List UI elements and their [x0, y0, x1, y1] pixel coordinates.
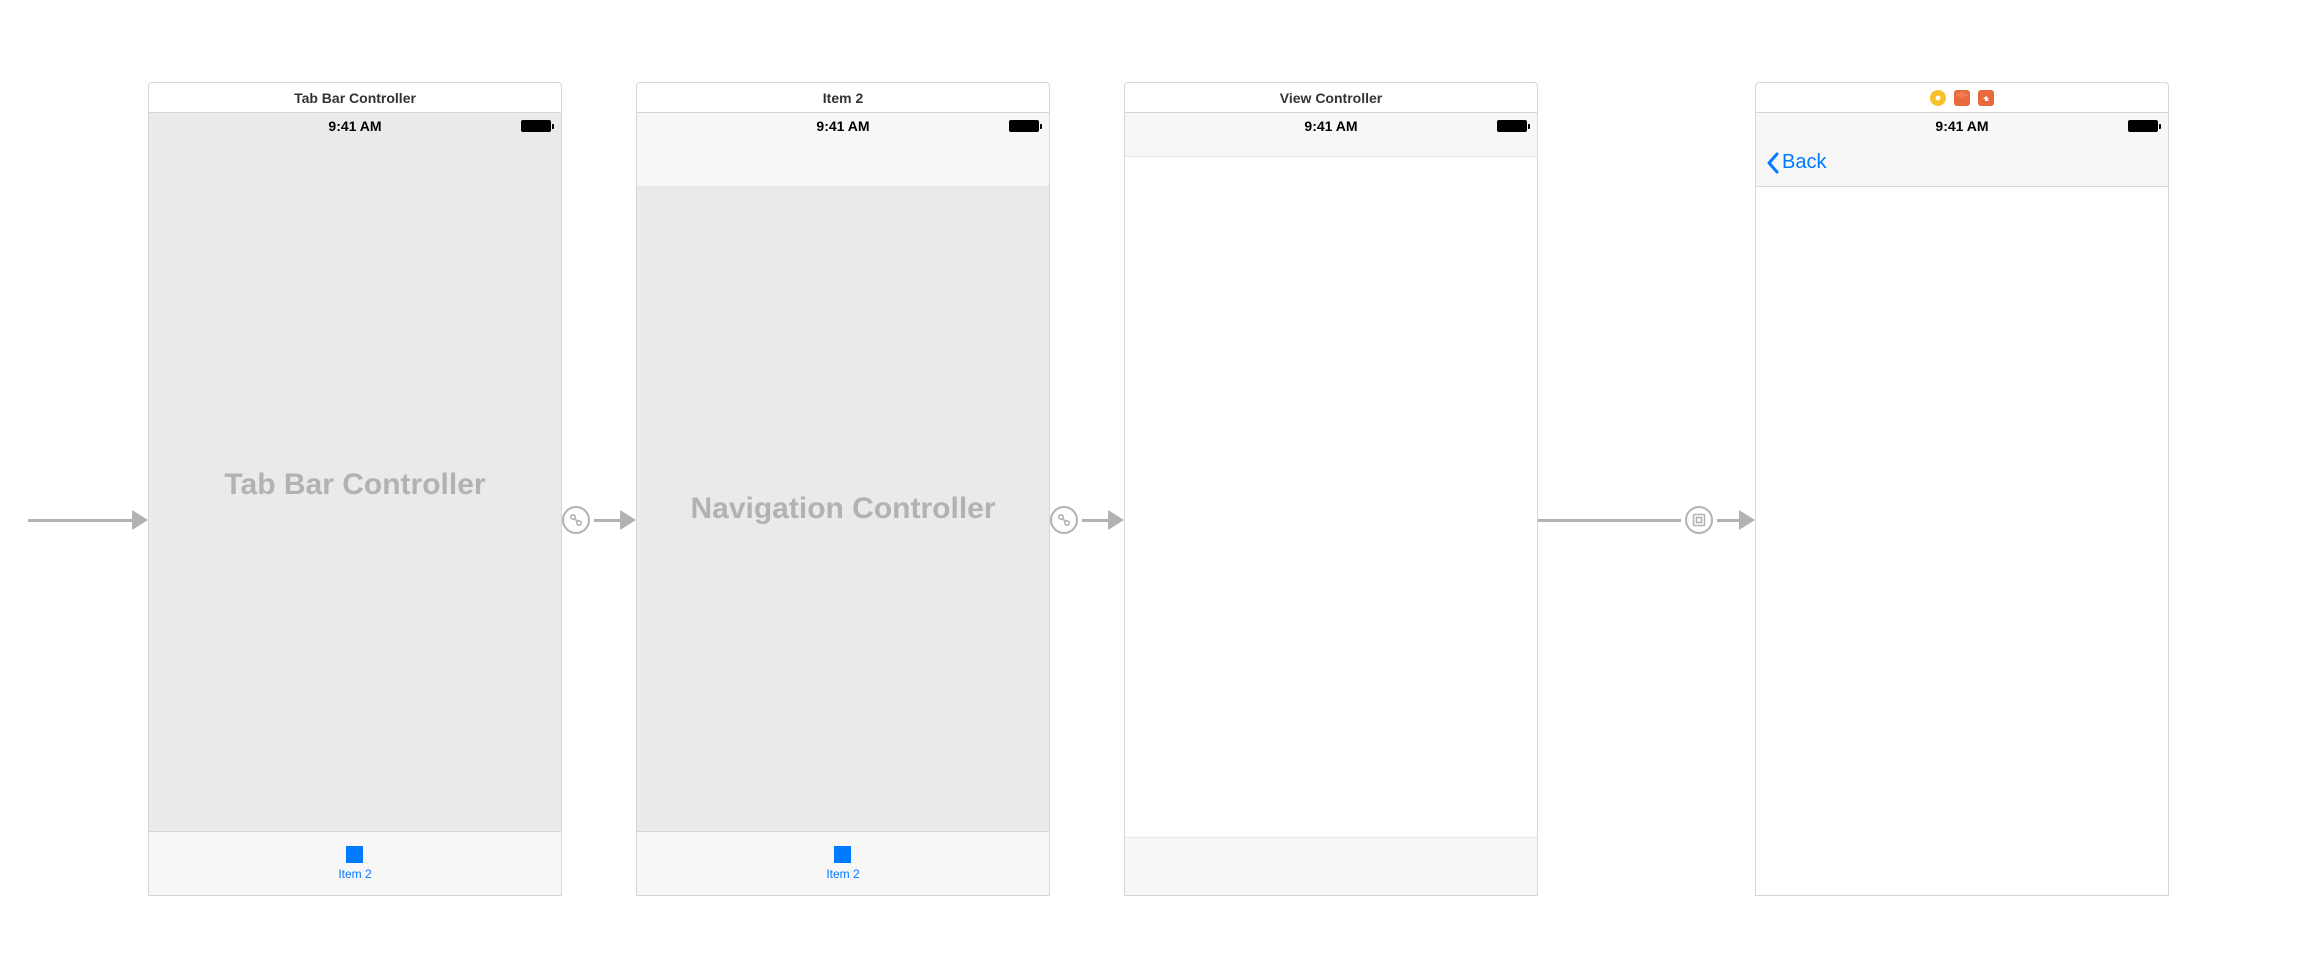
scene-detail-view-controller[interactable]: 9:41 AM Back [1755, 82, 2169, 896]
arrowhead-icon [132, 510, 148, 530]
segue-show-1[interactable] [1538, 508, 1755, 532]
status-time: 9:41 AM [328, 118, 381, 134]
scene-title-bar[interactable]: Item 2 [636, 82, 1050, 112]
content-area: Navigation Controller [637, 187, 1049, 831]
scene-navigation-controller[interactable]: Item 2 9:41 AM Navigation Controller Ite… [636, 82, 1050, 896]
content-area[interactable] [1756, 187, 2168, 895]
segue-line [1538, 519, 1681, 522]
scene-title: View Controller [1280, 90, 1382, 106]
segue-line [1082, 519, 1108, 522]
scene-frame[interactable]: 9:41 AM [1124, 112, 1538, 896]
scene-title-bar[interactable]: View Controller [1124, 82, 1538, 112]
placeholder-label: Tab Bar Controller [224, 468, 485, 502]
segue-line [28, 519, 132, 522]
status-time: 9:41 AM [816, 118, 869, 134]
arrowhead-icon [1108, 510, 1124, 530]
content-area: Tab Bar Controller [149, 139, 561, 831]
segue-relationship-2[interactable] [1050, 508, 1124, 532]
tab-item-label: Item 2 [826, 867, 859, 881]
tab-bar-item[interactable]: Item 2 [826, 846, 859, 881]
status-bar: 9:41 AM [1756, 113, 2168, 139]
status-bar: 9:41 AM [149, 113, 561, 139]
navigation-bar[interactable] [637, 139, 1049, 187]
scene-frame[interactable]: 9:41 AM Tab Bar Controller Item 2 [148, 112, 562, 896]
battery-icon [2128, 120, 2158, 132]
tab-item-icon [346, 846, 363, 863]
storyboard-canvas[interactable]: Tab Bar Controller 9:41 AM Tab Bar Contr… [0, 0, 2316, 978]
segue-line [1717, 519, 1739, 522]
scene-frame[interactable]: 9:41 AM Back [1755, 112, 2169, 896]
segue-line [594, 519, 620, 522]
tab-item-label: Item 2 [338, 867, 371, 881]
scene-tab-bar-controller[interactable]: Tab Bar Controller 9:41 AM Tab Bar Contr… [148, 82, 562, 896]
battery-icon [1009, 120, 1039, 132]
navigation-bar[interactable] [1125, 139, 1537, 157]
relationship-segue-icon [562, 506, 590, 534]
scene-view-controller[interactable]: View Controller 9:41 AM [1124, 82, 1538, 896]
placeholder-label: Navigation Controller [690, 492, 995, 526]
tab-item-icon [834, 846, 851, 863]
battery-icon [521, 120, 551, 132]
first-responder-icon [1954, 90, 1970, 106]
content-area[interactable] [1125, 157, 1537, 837]
status-bar: 9:41 AM [637, 113, 1049, 139]
status-time: 9:41 AM [1304, 118, 1357, 134]
navigation-bar[interactable]: Back [1756, 139, 2168, 187]
battery-icon [1497, 120, 1527, 132]
arrowhead-icon [1739, 510, 1755, 530]
relationship-segue-icon [1050, 506, 1078, 534]
tab-bar[interactable]: Item 2 [637, 831, 1049, 895]
tab-bar-placeholder [1125, 837, 1537, 895]
scene-title-bar[interactable] [1755, 82, 2169, 112]
initial-scene-arrow[interactable] [28, 508, 148, 532]
view-controller-icon [1930, 90, 1946, 106]
scene-title-bar[interactable]: Tab Bar Controller [148, 82, 562, 112]
scene-title: Item 2 [823, 90, 863, 106]
scene-title: Tab Bar Controller [294, 90, 416, 106]
show-segue-icon [1685, 506, 1713, 534]
tab-bar-item[interactable]: Item 2 [338, 846, 371, 881]
status-bar: 9:41 AM [1125, 113, 1537, 139]
status-time: 9:41 AM [1935, 118, 1988, 134]
exit-icon [1978, 90, 1994, 106]
back-button[interactable]: Back [1766, 151, 1826, 174]
chevron-left-icon [1766, 152, 1780, 174]
segue-relationship-1[interactable] [562, 508, 636, 532]
tab-bar[interactable]: Item 2 [149, 831, 561, 895]
scene-frame[interactable]: 9:41 AM Navigation Controller Item 2 [636, 112, 1050, 896]
back-button-label: Back [1782, 151, 1826, 174]
arrowhead-icon [620, 510, 636, 530]
